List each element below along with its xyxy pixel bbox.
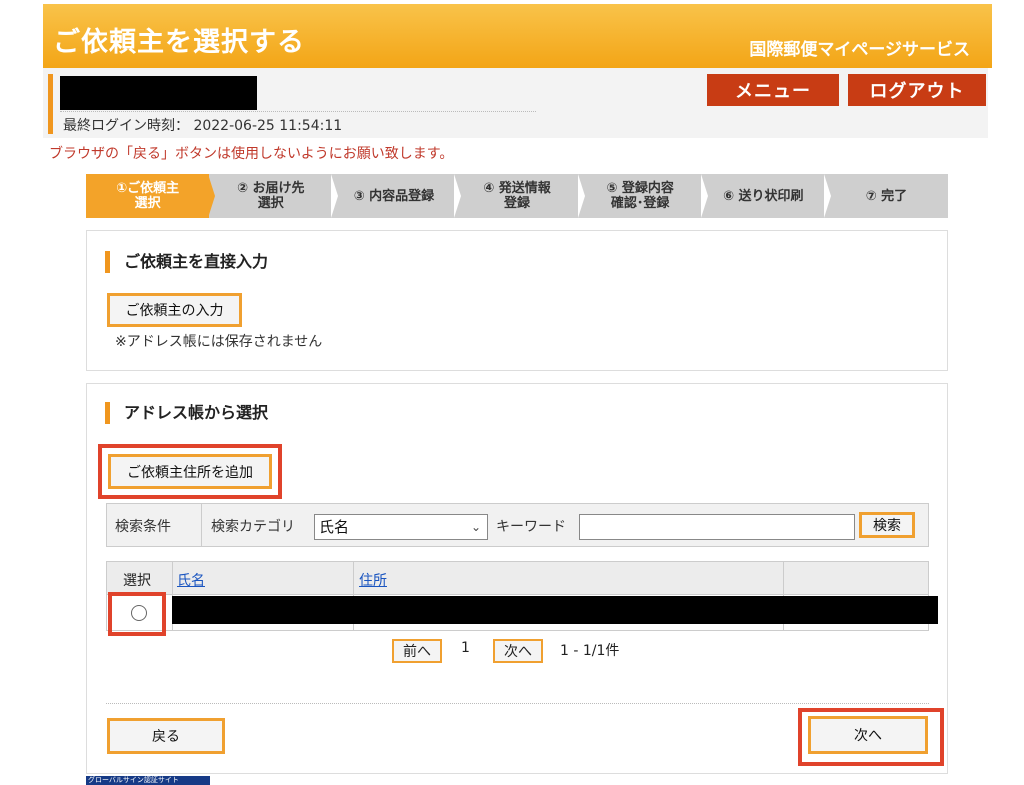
col-name-sort-link[interactable]: 氏名	[177, 570, 205, 590]
search-category-label: 検索カテゴリ	[211, 519, 295, 535]
keyword-input[interactable]	[579, 514, 855, 540]
step-label: ② お届け先 選択	[236, 181, 305, 211]
page-title: ご依頼主を選択する	[53, 27, 305, 58]
globalsign-badge[interactable]: グローバルサイン認証サイト	[86, 776, 210, 785]
step-4: ④ 発送情報 登録	[455, 174, 585, 218]
redacted-username	[60, 76, 257, 110]
direct-input-note: ※アドレス帳には保存されません	[115, 334, 323, 350]
step-3: ③ 内容品登録	[332, 174, 462, 218]
user-bar-divider	[60, 111, 536, 112]
chevron-down-icon: ⌄	[470, 520, 481, 534]
user-bar-accent	[48, 74, 53, 134]
address-book-title: アドレス帳から選択	[105, 402, 268, 424]
select-radio[interactable]	[131, 605, 147, 621]
page-header: ご依頼主を選択する 国際郵便マイページサービス	[43, 4, 992, 68]
redacted-address-row	[172, 596, 938, 624]
step-label: ④ 発送情報 登録	[483, 181, 551, 211]
chevron-right-icon	[454, 174, 462, 218]
add-sender-address-button[interactable]: ご依頼主住所を追加	[108, 454, 272, 489]
chevron-right-icon	[577, 174, 585, 218]
chevron-right-icon	[208, 174, 216, 218]
service-name: 国際郵便マイページサービス	[749, 40, 970, 60]
next-button[interactable]: 次へ	[808, 716, 928, 754]
back-button[interactable]: 戻る	[107, 718, 225, 754]
current-page: 1	[461, 640, 470, 656]
search-category-value: 氏名	[319, 518, 350, 536]
keyword-label: キーワード	[496, 519, 566, 535]
last-login-value: 2022-06-25 11:54:11	[193, 118, 343, 134]
step-label: ⑤ 登録内容 確認･登録	[606, 181, 674, 211]
search-condition-label: 検索条件	[115, 519, 171, 535]
step-7: ⑦ 完了	[825, 174, 948, 218]
step-label: ⑥ 送り状印刷	[723, 188, 804, 204]
step-2: ② お届け先 選択	[209, 174, 339, 218]
progress-steps: ①ご依頼主 選択 ② お届け先 選択 ③ 内容品登録 ④ 発送情報 登録 ⑤ 登録内容 …	[86, 174, 948, 218]
search-bar: 検索条件 検索カテゴリ 氏名 ⌄ キーワード 検索	[106, 503, 929, 547]
step-5: ⑤ 登録内容 確認･登録	[579, 174, 708, 218]
last-login: 最終ログイン時刻： 2022-06-25 11:54:11	[63, 115, 342, 135]
direct-input-panel: ご依頼主を直接入力 ご依頼主の入力 ※アドレス帳には保存されません	[86, 230, 948, 371]
search-category-select[interactable]: 氏名 ⌄	[314, 514, 488, 540]
search-bar-divider	[201, 504, 202, 546]
step-label: ①ご依頼主 選択	[116, 181, 180, 211]
direct-input-button[interactable]: ご依頼主の入力	[107, 293, 242, 327]
prev-page-button[interactable]: 前へ	[392, 639, 442, 663]
step-label: ③ 内容品登録	[353, 188, 435, 204]
section-divider	[106, 703, 929, 704]
browser-back-warning: ブラウザの「戻る」ボタンは使用しないようにお願い致します。	[49, 146, 454, 162]
next-page-button[interactable]: 次へ	[493, 639, 543, 663]
menu-button[interactable]: メニュー	[707, 74, 839, 106]
step-1: ①ご依頼主 選択	[86, 174, 216, 218]
chevron-right-icon	[823, 174, 831, 218]
direct-input-title: ご依頼主を直接入力	[105, 251, 268, 273]
chevron-right-icon	[331, 174, 339, 218]
chevron-right-icon	[700, 174, 708, 218]
table-header	[107, 562, 928, 595]
step-6: ⑥ 送り状印刷	[702, 174, 831, 218]
search-button[interactable]: 検索	[859, 512, 915, 538]
result-range: 1 - 1/1件	[560, 643, 620, 659]
logout-button[interactable]: ログアウト	[848, 74, 986, 106]
last-login-label: 最終ログイン時刻：	[63, 118, 189, 134]
col-address-sort-link[interactable]: 住所	[359, 570, 387, 590]
user-bar: 最終ログイン時刻： 2022-06-25 11:54:11 メニュー ログアウト	[43, 68, 988, 138]
step-label: ⑦ 完了	[865, 188, 908, 204]
col-select-header: 選択	[123, 573, 151, 589]
